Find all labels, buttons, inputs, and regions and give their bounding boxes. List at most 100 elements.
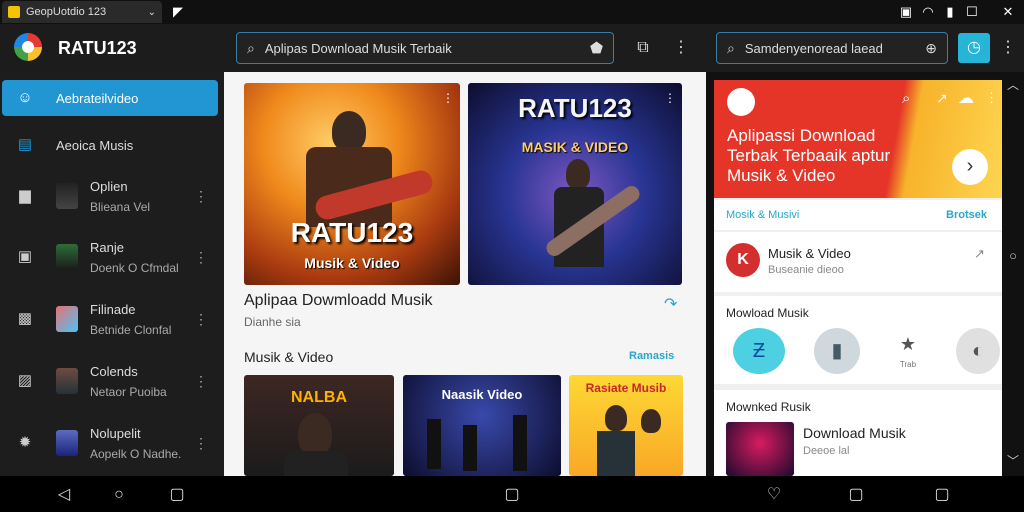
- chevron-down-icon[interactable]: ﹀: [1005, 452, 1021, 468]
- row-card-1[interactable]: NALBA: [244, 375, 394, 476]
- download-icon[interactable]: ⊕: [925, 40, 937, 57]
- home-circle-icon[interactable]: ○: [1005, 248, 1021, 264]
- sidebar-item-label: Filinade: [90, 301, 136, 317]
- sidebar-item-video[interactable]: ☺ Aebrateilvideo: [2, 80, 218, 116]
- download-title: Mowload Musik: [726, 306, 809, 320]
- thumbnail: [56, 368, 78, 394]
- cast-icon[interactable]: ☁: [958, 88, 974, 108]
- heart-icon[interactable]: ♡: [764, 485, 784, 505]
- sidebar-item-label: Oplien: [90, 178, 128, 194]
- mic-icon[interactable]: ⬟: [590, 39, 603, 57]
- row-card-caption: Naasik Video: [441, 387, 523, 402]
- search-icon: ⌕: [247, 39, 255, 56]
- see-all-link[interactable]: Ramasis: [629, 350, 674, 362]
- app-title: RATU123: [58, 38, 137, 58]
- artist-figure: [332, 111, 366, 151]
- sidebar-item-colends[interactable]: ▨ Colends Netaor Puoiba ⋮: [2, 361, 218, 401]
- image-icon: ▩: [17, 310, 33, 327]
- sidebar-item-nolupelit[interactable]: ✹ Nolupelit Aopelk O Nadhe. ⋮: [2, 423, 218, 463]
- moonked-item-title: Download Musik: [803, 425, 906, 441]
- musik-action-link[interactable]: Brotsek: [946, 209, 987, 221]
- more-vertical-icon[interactable]: ⋮: [194, 188, 208, 205]
- tab-favicon-icon: [8, 6, 20, 18]
- share-icon[interactable]: ↷: [664, 294, 677, 314]
- star-label: Trab: [899, 360, 917, 369]
- more-vertical-icon[interactable]: ⋮: [194, 373, 208, 390]
- musik-label: Mosik & Musivi: [726, 209, 800, 221]
- chevron-up-icon[interactable]: ︿: [1005, 76, 1021, 92]
- sidebar-item-label: Aebrateilvideo: [56, 90, 139, 106]
- sidebar-item-sub: Netaor Puoiba: [90, 384, 167, 399]
- row-card-caption: NALBA: [291, 389, 347, 406]
- row-card-2[interactable]: Naasik Video: [403, 375, 561, 476]
- recents-icon[interactable]: ▢: [167, 485, 187, 505]
- maximize-icon[interactable]: ☐: [964, 4, 980, 20]
- overflow-menu-icon[interactable]: ⋮: [996, 36, 1020, 60]
- artist-figure: [641, 409, 661, 433]
- artist-figure: [298, 413, 332, 455]
- secondary-search-value: Samdenyenoread laead: [744, 40, 883, 56]
- card-title: RATU123: [518, 93, 632, 123]
- tab-title: GeopUotdio 123: [26, 6, 107, 18]
- list-item-title: Musik & Video: [768, 246, 851, 261]
- thumbnail: [56, 244, 78, 270]
- person-icon: ☺: [17, 89, 33, 106]
- more-vertical-icon[interactable]: ⋮: [664, 91, 676, 105]
- refresh-icon[interactable]: ◐: [956, 328, 1000, 374]
- share-icon[interactable]: ↗: [974, 246, 985, 262]
- artist-body: [284, 451, 348, 476]
- moonked-title: Mownked Rusik: [726, 400, 811, 414]
- home-icon[interactable]: ○: [109, 485, 129, 505]
- artist-figure: [427, 419, 441, 469]
- video-card-2[interactable]: RATU123 MASIK & VIDEO ⋮: [468, 83, 682, 285]
- artist-body: [597, 431, 635, 476]
- sidebar-item-filinade[interactable]: ▩ Filinade Betnide Clonfal ⋮: [2, 299, 218, 339]
- square-icon[interactable]: ▢: [846, 485, 866, 505]
- card-subtitle: Musik & Video: [304, 255, 400, 271]
- artist-figure: [566, 159, 590, 189]
- square-icon[interactable]: ▢: [502, 485, 522, 505]
- battery-icon: ▮: [946, 4, 954, 19]
- chevron-down-icon[interactable]: ⌄: [148, 7, 156, 18]
- playlist-icon[interactable]: ▮: [814, 328, 860, 374]
- star-icon[interactable]: ★: [890, 334, 926, 355]
- sidebar-item-label: Colends: [90, 363, 138, 379]
- moonked-thumbnail[interactable]: [726, 422, 794, 476]
- sidebar-item-label: Aeoica Musis: [56, 137, 134, 153]
- more-vertical-icon[interactable]: ⋮: [194, 435, 208, 452]
- content-heading: Aplipaa Dowmloadd Musik: [244, 292, 433, 309]
- download-action-icon[interactable]: Ƶ: [733, 328, 785, 374]
- card-subtitle: MASIK & VIDEO: [521, 139, 629, 155]
- square-icon[interactable]: ▢: [932, 485, 952, 505]
- more-vertical-icon[interactable]: ⋮: [194, 311, 208, 328]
- sidebar-item-musik[interactable]: ▤ Aeoica Musis: [2, 130, 218, 160]
- more-vertical-icon[interactable]: ⋮: [194, 249, 208, 266]
- more-vertical-icon[interactable]: ⋮: [669, 36, 693, 60]
- section-title: Musik & Video: [244, 349, 334, 365]
- sidebar-item-oplien[interactable]: ▆ Oplien Blieana Vel ⋮: [2, 176, 218, 216]
- photo-icon: ▨: [17, 372, 33, 389]
- video-card-1[interactable]: RATU123 Musik & Video ⋮: [244, 83, 460, 285]
- chevron-right-icon[interactable]: ›: [952, 149, 988, 185]
- cast-icon[interactable]: ⧉: [631, 36, 655, 60]
- sidebar-item-sub: Doenk O Cfmdal: [90, 260, 179, 275]
- clock-icon[interactable]: ◷: [958, 33, 990, 63]
- search-icon[interactable]: ⌕: [902, 90, 910, 107]
- main-search-value: Aplipas Download Musik Terbaik: [264, 40, 452, 56]
- sidebar-item-ranje[interactable]: ▣ Ranje Doenk O Cfmdal ⋮: [2, 237, 218, 277]
- row-card-caption: Rasiate Musib: [585, 381, 667, 395]
- close-icon[interactable]: ✕: [1000, 4, 1016, 20]
- back-icon[interactable]: ◁: [54, 485, 74, 505]
- artist-figure: [605, 405, 627, 431]
- expand-icon[interactable]: ↗: [936, 90, 948, 107]
- tab-overflow-icon[interactable]: ◤: [170, 4, 186, 20]
- main-search-input[interactable]: ⌕ Aplipas Download Musik Terbaik ⬟: [236, 32, 614, 64]
- browser-tab[interactable]: GeopUotdio 123 ⌄: [2, 1, 162, 23]
- more-vertical-icon[interactable]: ⋮: [442, 91, 454, 105]
- app-badge: K: [726, 243, 760, 277]
- secondary-search-input[interactable]: ⌕ Samdenyenoread laead ⊕: [716, 32, 948, 64]
- row-card-3[interactable]: Rasiate Musib: [569, 375, 683, 476]
- app-logo-icon: [14, 33, 42, 61]
- more-vertical-icon[interactable]: ⋮: [985, 90, 998, 106]
- wifi-icon: ◠: [922, 4, 934, 19]
